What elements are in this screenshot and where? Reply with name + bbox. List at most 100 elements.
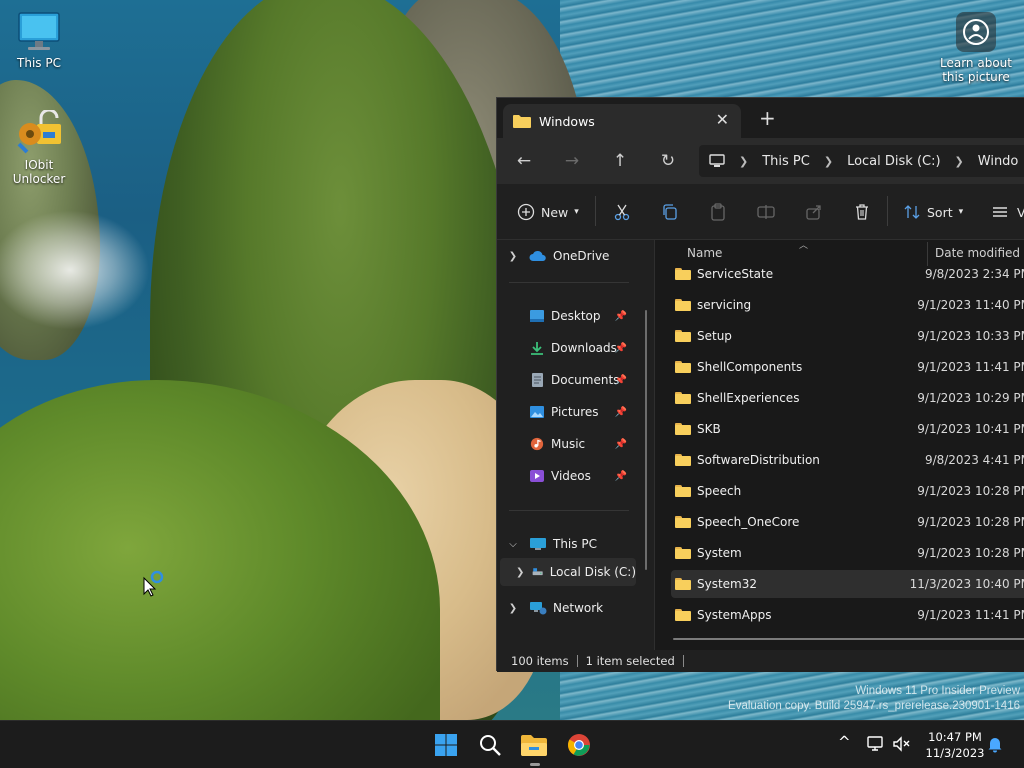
copy-button[interactable] xyxy=(661,201,679,223)
back-arrow-icon[interactable]: ← xyxy=(513,150,535,172)
paste-button[interactable] xyxy=(709,201,727,223)
file-name: servicing xyxy=(697,298,752,312)
pin-icon[interactable]: 📌 xyxy=(615,407,627,418)
mouse-cursor-icon xyxy=(143,570,164,597)
file-name: ServiceState xyxy=(697,267,774,281)
nav-item-downloads[interactable]: Downloads 📌 xyxy=(497,334,647,362)
nav-label: Desktop xyxy=(551,309,601,323)
clock-time: 10:47 PM xyxy=(928,730,982,744)
folder-icon xyxy=(675,454,691,466)
table-row[interactable]: Speech_OneCore 9/1/2023 10:28 PM xyxy=(671,508,1024,536)
nav-item-network[interactable]: ❯ Network xyxy=(497,594,647,622)
rename-button[interactable] xyxy=(757,201,775,223)
file-explorer-taskbar-button[interactable] xyxy=(520,731,548,759)
table-row[interactable]: SoftwareDistribution 9/8/2023 4:41 PM xyxy=(671,446,1024,474)
address-bar[interactable]: ❯ This PC ❯ Local Disk (C:) ❯ Windo xyxy=(699,145,1024,177)
folder-icon xyxy=(675,330,691,342)
chrome-taskbar-button[interactable] xyxy=(565,731,593,759)
volume-muted-icon[interactable] xyxy=(892,735,912,753)
column-header-name[interactable]: Name xyxy=(687,246,722,260)
nav-label: Local Disk (C:) xyxy=(549,565,636,579)
file-name: System xyxy=(697,546,742,560)
forward-arrow-icon[interactable]: → xyxy=(561,150,583,172)
nav-item-pictures[interactable]: Pictures 📌 xyxy=(497,398,647,426)
picture-icon xyxy=(530,406,544,418)
notification-bell-icon[interactable] xyxy=(986,735,1004,753)
file-name: SoftwareDistribution xyxy=(697,453,820,467)
desktop-icon-label: IObit Unlocker xyxy=(12,158,66,186)
new-tab-button[interactable]: + xyxy=(759,108,776,128)
nav-item-music[interactable]: Music 📌 xyxy=(497,430,647,458)
file-explorer-icon xyxy=(521,735,547,756)
share-button[interactable] xyxy=(805,201,823,223)
sort-button[interactable]: Sort ▾ xyxy=(903,201,963,223)
file-date-modified: 9/8/2023 4:41 PM xyxy=(924,453,1024,467)
file-date-modified: 9/1/2023 10:29 PM xyxy=(917,391,1024,405)
breadcrumb-local-disk[interactable]: Local Disk (C:) xyxy=(847,154,940,169)
table-row[interactable]: System32 11/3/2023 10:40 PM xyxy=(671,570,1024,598)
file-name: ShellComponents xyxy=(697,360,803,374)
view-button[interactable]: Vi xyxy=(991,201,1024,223)
table-row[interactable]: SKB 9/1/2023 10:41 PM xyxy=(671,415,1024,443)
up-arrow-icon[interactable]: ↑ xyxy=(609,150,631,172)
horizontal-scrollbar[interactable] xyxy=(673,638,1024,640)
pin-icon[interactable]: 📌 xyxy=(615,471,627,482)
wallpaper-foam xyxy=(0,210,150,330)
taskbar-clock[interactable]: 10:47 PM 11/3/2023 xyxy=(920,729,990,761)
rename-icon xyxy=(757,205,775,219)
delete-button[interactable] xyxy=(853,201,871,223)
drive-icon xyxy=(533,568,544,576)
table-row[interactable]: Speech 9/1/2023 10:28 PM xyxy=(671,477,1024,505)
pin-icon[interactable]: 📌 xyxy=(615,439,627,450)
file-date-modified: 9/1/2023 11:41 PM xyxy=(917,608,1024,622)
nav-divider xyxy=(509,510,629,511)
pin-icon[interactable]: 📌 xyxy=(615,311,627,322)
status-divider xyxy=(682,655,684,667)
table-row[interactable]: ServiceState 9/8/2023 2:34 PM xyxy=(671,260,1024,288)
nav-item-documents[interactable]: Documents 📌 xyxy=(497,366,647,394)
table-row[interactable]: SystemApps 9/1/2023 11:41 PM xyxy=(671,601,1024,629)
new-button[interactable]: New ▾ xyxy=(517,201,579,223)
search-button[interactable] xyxy=(476,731,504,759)
learn-about-picture[interactable]: Learn about this picture xyxy=(938,12,1014,84)
desktop-icon-this-pc[interactable]: This PC xyxy=(3,12,75,70)
table-row[interactable]: ShellExperiences 9/1/2023 10:29 PM xyxy=(671,384,1024,412)
network-icon xyxy=(530,602,547,615)
nav-label: Videos xyxy=(551,469,591,483)
nav-item-onedrive[interactable]: ❯ OneDrive xyxy=(497,242,647,270)
pin-icon[interactable]: 📌 xyxy=(615,375,627,386)
tab-windows[interactable]: Windows ✕ xyxy=(503,104,741,138)
breadcrumb-this-pc[interactable]: This PC xyxy=(762,154,810,169)
refresh-icon[interactable]: ↻ xyxy=(657,150,679,172)
nav-item-this-pc[interactable]: ⌵ This PC xyxy=(497,530,647,558)
nav-item-videos[interactable]: Videos 📌 xyxy=(497,462,647,490)
status-selection: 1 item selected xyxy=(585,654,675,668)
nav-item-desktop[interactable]: Desktop 📌 xyxy=(497,302,647,330)
table-row[interactable]: System 9/1/2023 10:28 PM xyxy=(671,539,1024,567)
video-icon xyxy=(530,470,544,482)
start-button[interactable] xyxy=(432,731,460,759)
close-tab-icon[interactable]: ✕ xyxy=(716,112,729,128)
file-date-modified: 9/1/2023 11:41 PM xyxy=(917,360,1024,374)
chevron-right-icon: ❯ xyxy=(508,602,518,614)
desktop-icon-iobit-unlocker[interactable]: IObit Unlocker xyxy=(3,110,75,186)
nav-item-local-disk[interactable]: ❯ Local Disk (C:) xyxy=(500,558,636,586)
windows-watermark: Windows 11 Pro Insider Preview Evaluatio… xyxy=(728,684,1020,714)
pin-icon[interactable]: 📌 xyxy=(615,343,627,354)
column-header-date-modified[interactable]: Date modified xyxy=(935,246,1020,260)
command-bar: New ▾ Sort ▾ V xyxy=(497,184,1024,240)
table-row[interactable]: ShellComponents 9/1/2023 11:41 PM xyxy=(671,353,1024,381)
nav-label: Music xyxy=(551,437,586,451)
breadcrumb-windows[interactable]: Windo xyxy=(978,154,1019,169)
nav-label: Network xyxy=(553,601,604,615)
cut-button[interactable] xyxy=(613,201,631,223)
network-tray-icon[interactable] xyxy=(866,735,886,753)
nav-scrollbar[interactable] xyxy=(645,310,647,570)
file-date-modified: 9/8/2023 2:34 PM xyxy=(924,267,1024,281)
table-row[interactable]: Setup 9/1/2023 10:33 PM xyxy=(671,322,1024,350)
taskbar: ^ 10:47 PM 11/3/2023 xyxy=(0,720,1024,768)
tray-overflow-chevron-icon[interactable]: ^ xyxy=(838,733,851,751)
tab-title: Windows xyxy=(539,113,595,129)
nav-label: OneDrive xyxy=(553,249,610,263)
table-row[interactable]: servicing 9/1/2023 11:40 PM xyxy=(671,291,1024,319)
